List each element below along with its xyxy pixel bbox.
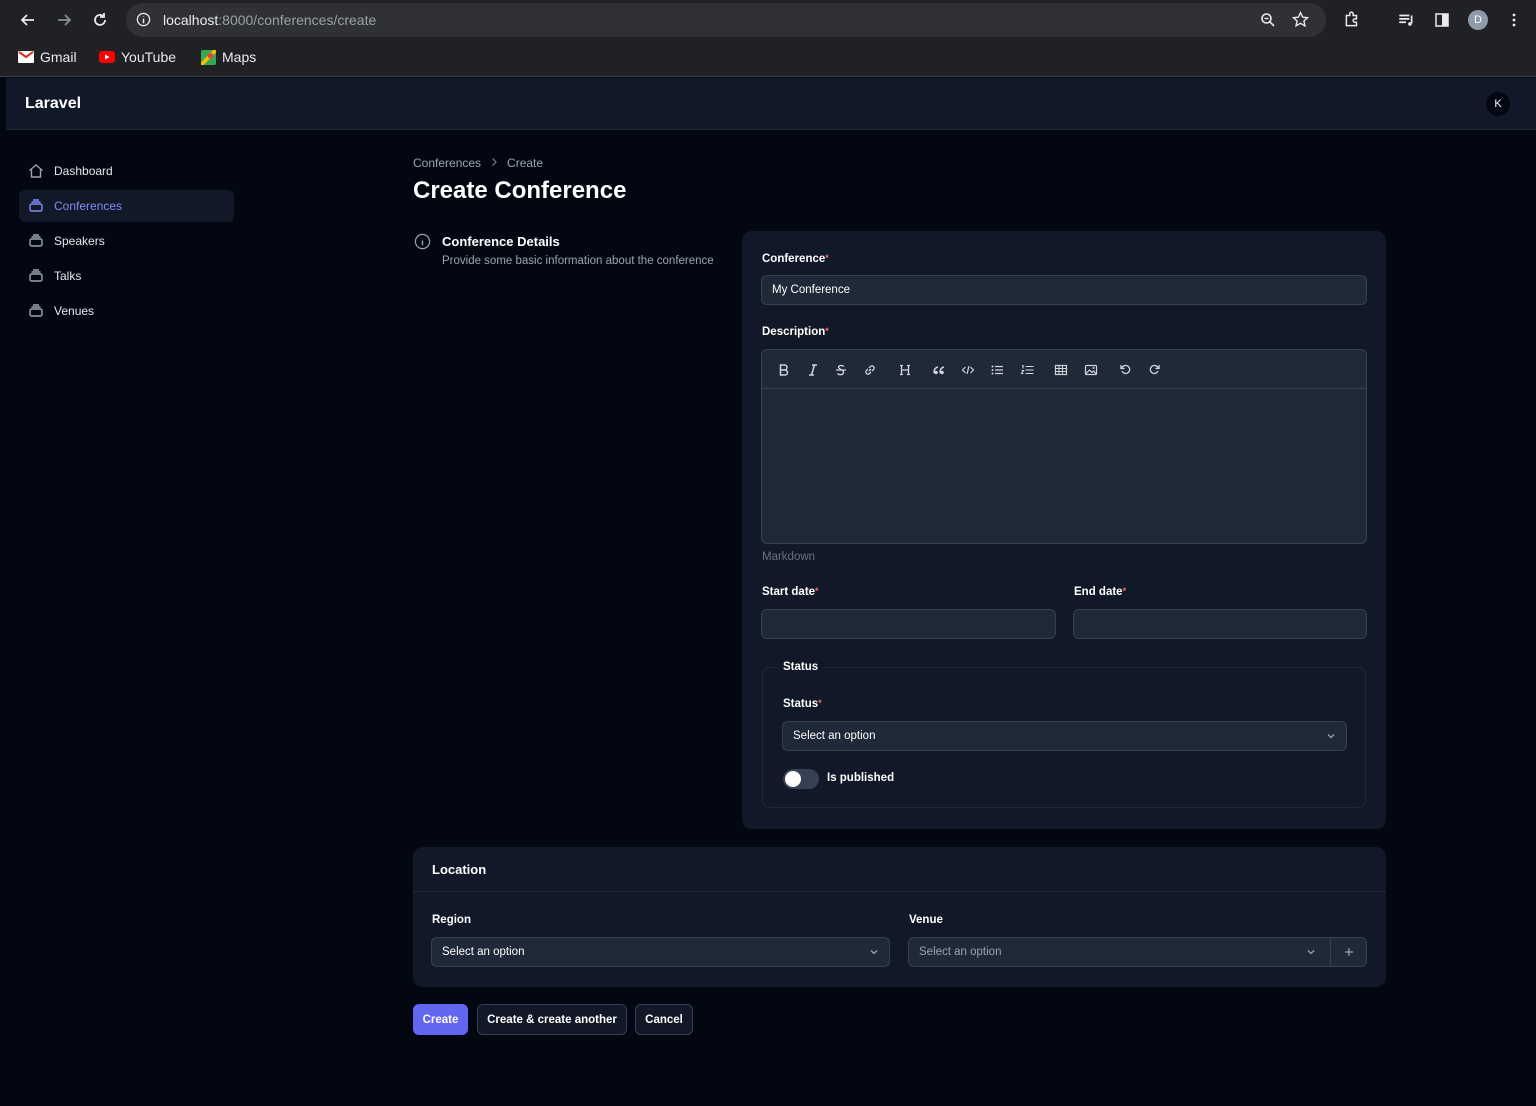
sidebar-item-speakers[interactable]: Speakers [19, 225, 234, 257]
undo-icon[interactable] [1116, 361, 1134, 379]
sidebar-item-label: Venues [54, 304, 95, 318]
extensions-icon[interactable] [1340, 8, 1364, 32]
code-icon[interactable] [959, 361, 977, 379]
sidebar-item-conferences[interactable]: Conferences [19, 190, 234, 222]
section-description: Provide some basic information about the… [442, 255, 714, 267]
side-panel-icon[interactable] [1430, 8, 1454, 32]
app-viewport: Laravel K Dashboard Conferences Speakers… [6, 78, 1536, 1106]
venue-select[interactable]: Select an option [908, 937, 1367, 967]
chevron-down-icon [1326, 731, 1336, 744]
is-published-label: Is published [827, 772, 895, 784]
reload-icon[interactable] [88, 8, 112, 32]
region-select[interactable]: Select an option [431, 937, 890, 967]
youtube-icon [99, 51, 115, 63]
breadcrumb: Conferences Create [413, 156, 543, 170]
editor-toolbar [762, 350, 1366, 389]
create-another-button[interactable]: Create & create another [477, 1004, 627, 1035]
stack-icon [27, 197, 45, 215]
back-icon[interactable] [16, 8, 40, 32]
sidebar-item-talks[interactable]: Talks [19, 260, 234, 292]
status-select-value: Select an option [793, 730, 876, 742]
gmail-icon [18, 51, 34, 63]
page-title: Create Conference [413, 177, 627, 204]
bookmark-maps[interactable]: Maps [201, 49, 256, 65]
zoom-icon[interactable] [1260, 12, 1276, 33]
description-hint: Markdown [762, 551, 816, 563]
media-icon[interactable] [1394, 8, 1418, 32]
bullet-list-icon[interactable] [988, 361, 1006, 379]
app-topbar: Laravel K [6, 78, 1536, 130]
link-icon[interactable] [861, 361, 879, 379]
stack-icon [27, 302, 45, 320]
sidebar-item-venues[interactable]: Venues [19, 295, 234, 327]
browser-toolbar: localhost:8000/conferences/create D [0, 0, 1536, 40]
venue-select-value: Select an option [919, 946, 1002, 958]
breadcrumb-conferences[interactable]: Conferences [413, 156, 481, 170]
status-fieldset-legend: Status [778, 661, 824, 673]
italic-icon[interactable] [804, 361, 822, 379]
region-select-value: Select an option [442, 946, 525, 958]
toggle-knob [785, 771, 801, 787]
markdown-editor[interactable] [761, 349, 1367, 544]
conference-label: Conference* [762, 253, 829, 265]
status-label: Status* [783, 698, 822, 710]
home-icon [27, 162, 45, 180]
bookmark-label: Gmail [40, 49, 77, 65]
location-card: Location Region Select an option Venue S… [413, 847, 1386, 987]
sidebar-item-label: Dashboard [54, 164, 113, 178]
quote-icon[interactable] [930, 361, 948, 379]
stack-icon [27, 232, 45, 250]
info-icon [414, 233, 431, 255]
strikethrough-icon[interactable] [832, 361, 850, 379]
profile-avatar[interactable]: D [1466, 8, 1490, 32]
user-avatar[interactable]: K [1486, 92, 1510, 116]
menu-kebab-icon[interactable] [1502, 8, 1526, 32]
create-button[interactable]: Create [413, 1004, 468, 1035]
sidebar-item-label: Talks [54, 269, 82, 283]
site-info-icon[interactable] [136, 12, 151, 32]
section-title: Conference Details [442, 234, 560, 249]
brand-logo[interactable]: Laravel [25, 95, 81, 113]
url-text: localhost:8000/conferences/create [163, 12, 377, 28]
status-select[interactable]: Select an option [782, 721, 1347, 751]
sidebar-item-label: Speakers [54, 234, 105, 248]
chevron-down-icon [869, 947, 879, 960]
add-venue-plus-icon[interactable] [1330, 938, 1366, 966]
bookmarks-bar: Gmail YouTube Maps [0, 40, 1536, 77]
maps-icon [201, 49, 216, 65]
bookmark-star-icon[interactable] [1291, 10, 1310, 33]
end-date-label: End date* [1074, 586, 1127, 598]
conference-details-card: Conference* My Conference Description* M… [742, 231, 1386, 829]
heading-icon[interactable] [896, 361, 914, 379]
chevron-down-icon [1306, 947, 1316, 960]
start-date-input[interactable] [761, 609, 1056, 639]
breadcrumb-create: Create [507, 156, 544, 170]
redo-icon[interactable] [1146, 361, 1164, 379]
bookmark-label: YouTube [121, 49, 177, 65]
description-label: Description* [762, 326, 829, 338]
location-header: Location [413, 847, 1386, 892]
bookmark-youtube[interactable]: YouTube [99, 49, 176, 65]
forward-icon[interactable] [52, 8, 76, 32]
end-date-input[interactable] [1073, 609, 1367, 639]
address-bar[interactable]: localhost:8000/conferences/create [126, 3, 1326, 37]
stack-icon [27, 267, 45, 285]
venue-label: Venue [909, 914, 943, 926]
bookmark-label: Maps [222, 49, 257, 65]
cancel-button[interactable]: Cancel [635, 1004, 693, 1035]
status-fieldset: Status Status* Select an option Is publi… [762, 661, 1366, 808]
is-published-toggle[interactable] [783, 769, 819, 789]
table-icon[interactable] [1052, 361, 1070, 379]
conference-input[interactable]: My Conference [761, 275, 1367, 305]
image-icon[interactable] [1082, 361, 1100, 379]
location-title: Location [432, 862, 487, 877]
sidebar-item-label: Conferences [54, 199, 123, 213]
chevron-right-icon [489, 156, 499, 170]
bold-icon[interactable] [775, 361, 793, 379]
region-label: Region [432, 914, 471, 926]
sidebar-item-dashboard[interactable]: Dashboard [19, 155, 234, 187]
bookmark-gmail[interactable]: Gmail [18, 49, 77, 65]
start-date-label: Start date* [762, 586, 819, 598]
ordered-list-icon[interactable] [1018, 361, 1036, 379]
